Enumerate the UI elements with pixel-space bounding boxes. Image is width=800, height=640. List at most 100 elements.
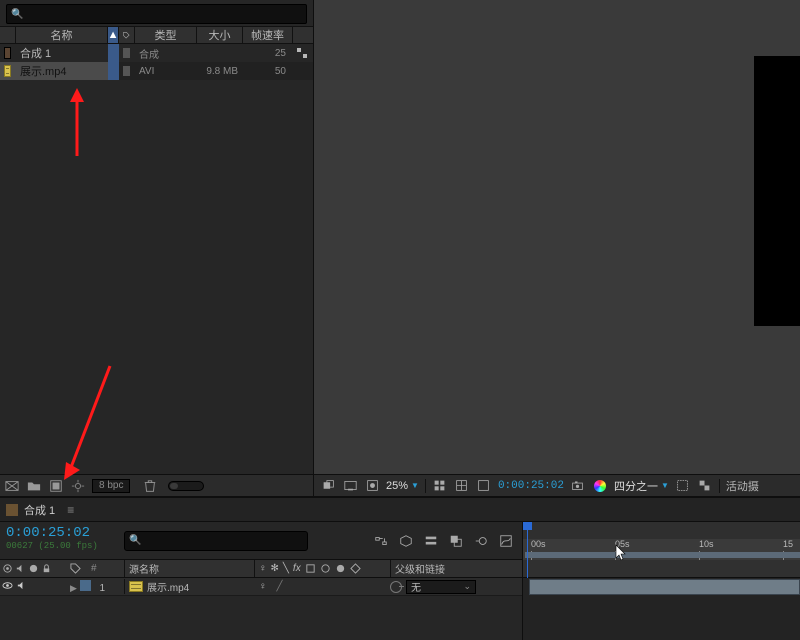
label-col-icon[interactable] [70,563,81,574]
always-preview-icon[interactable] [320,478,336,494]
region-of-interest-icon[interactable] [675,478,691,494]
flowchart-icon[interactable] [295,48,309,58]
tab-swatch [6,504,18,516]
timeline-right: 00s 05s 10s 15 [523,522,800,640]
expand-chevron-icon[interactable]: ▶ [70,583,77,593]
search-icon: 🔍 [129,535,141,546]
layer-index: 1 [99,583,105,594]
viewer-panel: 25%▼ 0:00:25:02 四分之一▼ 活动摄 [314,0,800,496]
item-name: 合成 1 [20,45,51,61]
composition-canvas[interactable] [754,56,800,326]
mask-icon[interactable] [364,478,380,494]
parent-value: 无 [411,579,421,594]
timeline-tabs: 合成 1 ≡ [0,498,800,522]
col-name[interactable]: 名称 [16,27,108,43]
new-folder-icon[interactable] [26,478,42,494]
comp-tab[interactable]: 合成 1 [24,502,55,518]
audio-switch-icon[interactable] [15,563,26,574]
track-header-spacer [523,560,800,578]
item-fps: 25 [243,44,293,62]
item-size: 9.8 MB [197,62,243,80]
chevron-down-icon: ⌄ [463,581,471,592]
snapshot-icon[interactable] [570,478,586,494]
sort-indicator[interactable]: ▲ [108,27,119,43]
pickwhip-icon[interactable] [390,581,402,593]
lock-switch-icon[interactable] [41,563,52,574]
zoom-value: 25% [386,480,408,492]
layer-label-swatch[interactable] [80,580,91,591]
color-management-icon[interactable] [592,478,608,494]
col-source-name[interactable]: 源名称 [124,560,254,577]
col-size[interactable]: 大小 [197,27,243,43]
graph-editor-icon[interactable] [498,533,514,549]
motion-blur-icon[interactable] [473,533,489,549]
bpc-button[interactable]: 8 bpc [92,479,130,493]
col-type[interactable]: 类型 [135,27,197,43]
layer-switch[interactable]: ♀ [259,581,267,592]
label-swatch[interactable] [123,66,130,76]
panel-menu-icon[interactable]: ≡ [67,503,74,517]
hide-shy-icon[interactable] [423,533,439,549]
layer-clip[interactable] [529,579,800,595]
work-area-bar[interactable] [525,552,800,558]
ruler-tick: 00s [531,539,546,549]
project-panel: 🔍 名称 ▲ 类型 大小 帧速率 合成 1 合成 25 [0,0,314,496]
item-fps: 50 [243,62,293,80]
active-camera-label[interactable]: 活动摄 [726,478,759,494]
progress-pill [168,481,204,491]
item-type: AVI [135,62,197,80]
col-fps[interactable]: 帧速率 [243,27,293,43]
new-comp-icon[interactable] [48,478,64,494]
timeline-left: 0:00:25:02 00627 (25.00 fps) 🔍 [0,522,523,640]
transparency-grid-icon[interactable] [342,478,358,494]
parent-dropdown[interactable]: 无 ⌄ [406,580,476,594]
project-item[interactable]: 合成 1 合成 25 [0,44,313,62]
label-swatch[interactable] [123,48,130,58]
project-search[interactable]: 🔍 [6,4,307,24]
timeline-search[interactable]: 🔍 [116,522,316,559]
col-switches: ♀✻╲fx [254,560,390,577]
trash-icon[interactable] [142,478,158,494]
toggle-transparency-icon[interactable] [697,478,713,494]
col-label[interactable] [119,27,135,43]
frame-blend-icon[interactable] [448,533,464,549]
speaker-icon[interactable] [16,580,27,591]
project-item[interactable]: 展示.mp4 AVI 9.8 MB 50 [0,62,313,80]
draft3d-icon[interactable] [398,533,414,549]
video-switch-icon[interactable] [2,563,13,574]
interpret-footage-icon[interactable] [4,478,20,494]
guides-icon[interactable] [454,478,470,494]
col-parent[interactable]: 父级和链接 [390,560,522,577]
project-columns-header: 名称 ▲ 类型 大小 帧速率 [0,26,313,44]
resolution-label: 四分之一 [614,478,658,494]
tracks-area[interactable] [523,578,800,640]
project-search-input[interactable] [27,6,306,22]
ruler-tick: 10s [699,539,714,549]
zoom-dropdown[interactable]: 25%▼ [386,480,419,492]
chevron-down-icon: ▼ [661,481,669,490]
item-size [197,44,243,62]
time-ruler[interactable]: 00s 05s 10s 15 [523,522,800,560]
timeline-search-input[interactable] [141,534,307,548]
comp-mini-flowchart-icon[interactable] [373,533,389,549]
resolution-dropdown[interactable]: 四分之一▼ [614,478,669,494]
viewer-timecode[interactable]: 0:00:25:02 [498,480,564,492]
item-type: 合成 [135,44,197,62]
index-col: # [91,563,97,574]
layer-row[interactable]: ▶ 1 展示.mp4 ♀ ╱ [0,578,522,596]
layer-name-text: 展示.mp4 [147,579,189,594]
timeline-panel: 合成 1 ≡ 0:00:25:02 00627 (25.00 fps) 🔍 [0,496,800,640]
item-name: 展示.mp4 [20,63,66,79]
solo-switch-icon[interactable] [28,563,39,574]
current-time[interactable]: 0:00:25:02 00627 (25.00 fps) [0,522,116,559]
comp-icon [4,47,11,59]
eye-icon[interactable] [2,580,13,591]
viewer-footer: 25%▼ 0:00:25:02 四分之一▼ 活动摄 [314,474,800,496]
video-icon [129,581,143,592]
ruler-tick: 05s [615,539,630,549]
channel-icon[interactable] [476,478,492,494]
resolution-icon[interactable] [432,478,448,494]
project-settings-icon[interactable] [70,478,86,494]
chevron-down-icon: ▼ [411,481,419,490]
project-footer: 8 bpc [0,474,313,496]
